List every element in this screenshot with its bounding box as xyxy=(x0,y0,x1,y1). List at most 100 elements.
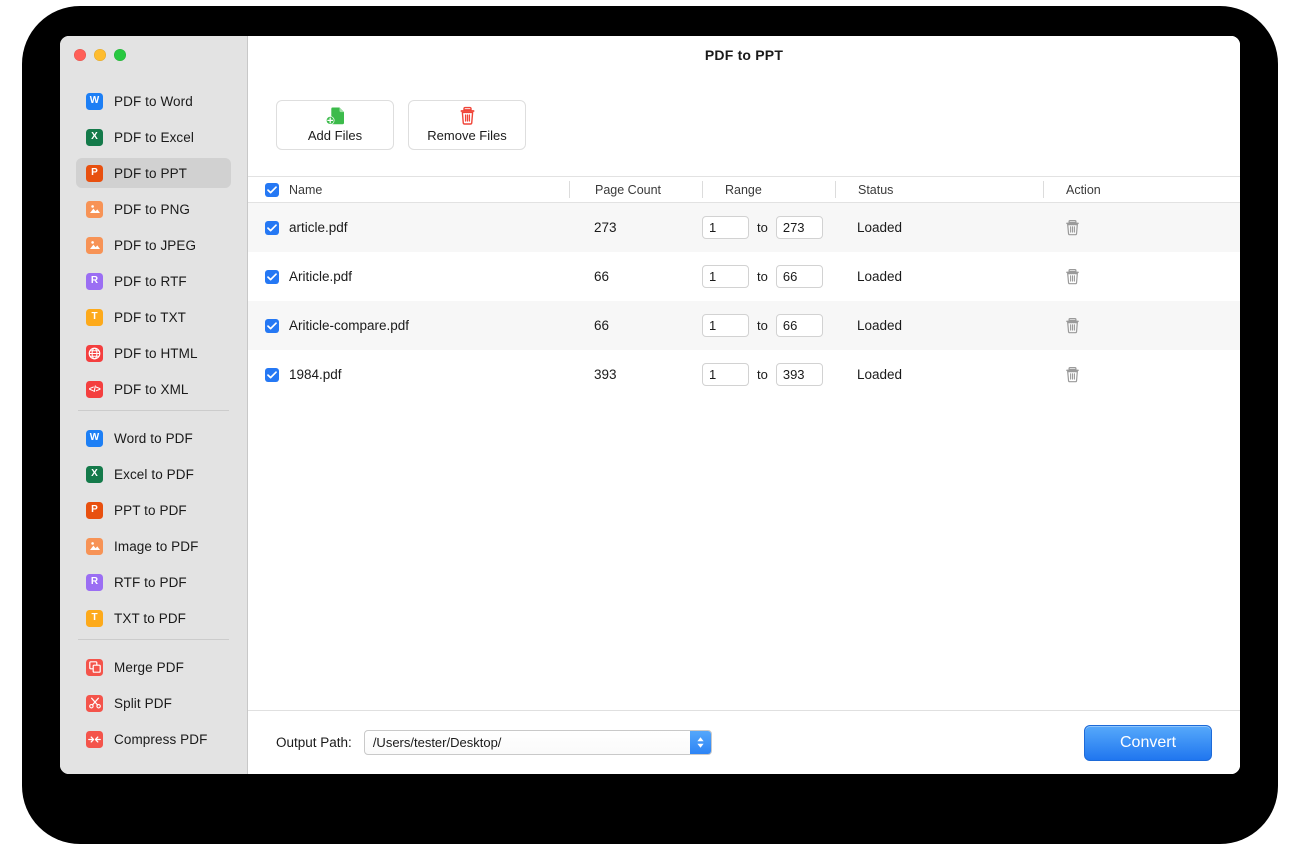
add-document-icon xyxy=(325,106,346,126)
range-cell: to xyxy=(702,216,835,239)
table-body: article.pdf 273 to Loaded Ariticle.pdf 66 to Lo… xyxy=(248,203,1240,710)
sidebar-item-pdf-to-ppt[interactable]: P PDF to PPT xyxy=(76,158,231,188)
row-checkbox[interactable] xyxy=(265,318,279,333)
file-table: Name Page Count Range Status Action arti… xyxy=(248,176,1240,710)
range-to-input[interactable] xyxy=(775,265,823,288)
jpeg-icon xyxy=(86,236,103,254)
column-header-range: Range xyxy=(702,181,835,198)
range-from-input[interactable] xyxy=(702,314,749,337)
compress-icon xyxy=(86,730,103,748)
output-path-combobox[interactable]: /Users/tester/Desktop/ xyxy=(363,730,712,755)
row-checkbox[interactable] xyxy=(265,269,279,284)
table-row[interactable]: Ariticle.pdf 66 to Loaded xyxy=(248,252,1240,301)
column-header-status: Status xyxy=(835,181,1043,198)
sidebar-item-txt-to-pdf[interactable]: T TXT to PDF xyxy=(76,603,231,633)
row-checkbox[interactable] xyxy=(265,367,279,382)
remove-files-button[interactable]: Remove Files xyxy=(408,99,526,150)
file-name: Ariticle.pdf xyxy=(289,269,353,284)
sidebar-item-pdf-to-xml[interactable]: </> PDF to XML xyxy=(76,374,231,404)
file-name: article.pdf xyxy=(289,220,348,235)
sidebar-item-ppt-to-pdf[interactable]: P PPT to PDF xyxy=(76,495,231,525)
sidebar-item-label: PDF to PNG xyxy=(114,201,191,217)
range-to-input[interactable] xyxy=(775,363,823,386)
range-to-input[interactable] xyxy=(775,314,823,337)
sidebar-item-label: PDF to TXT xyxy=(114,309,187,325)
page-count-value: 66 xyxy=(594,318,610,333)
range-from-input[interactable] xyxy=(702,216,749,239)
sidebar-item-label: PDF to XML xyxy=(114,381,189,397)
sidebar-item-pdf-to-excel[interactable]: X PDF to Excel xyxy=(76,122,231,152)
word-icon: W xyxy=(86,92,103,110)
file-name: 1984.pdf xyxy=(289,367,342,382)
row-checkbox[interactable] xyxy=(265,220,279,235)
remove-files-label: Remove Files xyxy=(427,128,507,143)
sidebar-item-word-to-pdf[interactable]: W Word to PDF xyxy=(76,423,231,453)
select-all-checkbox[interactable] xyxy=(265,182,279,197)
row-delete-trash-icon[interactable] xyxy=(1065,317,1080,334)
range-to-input[interactable] xyxy=(775,216,823,239)
status-value: Loaded xyxy=(857,367,903,382)
sidebar-item-merge-pdf[interactable]: Merge PDF xyxy=(76,652,231,682)
minimize-button[interactable] xyxy=(94,48,106,61)
updown-chevrons-icon[interactable] xyxy=(689,731,711,754)
range-separator-label: to xyxy=(757,318,768,333)
add-files-button[interactable]: Add Files xyxy=(276,99,394,150)
sidebar-item-pdf-to-word[interactable]: W PDF to Word xyxy=(76,86,231,116)
sidebar-item-pdf-to-png[interactable]: PDF to PNG xyxy=(76,194,231,224)
add-files-label: Add Files xyxy=(307,128,363,143)
page-count-value: 393 xyxy=(594,367,617,382)
sidebar-item-pdf-to-html[interactable]: PDF to HTML xyxy=(76,338,231,368)
sidebar-nav: W PDF to Word X PDF to Excel P PDF to PPT PDF … xyxy=(60,73,247,754)
sidebar-item-label: PDF to RTF xyxy=(114,273,187,289)
sidebar-item-label: PDF to PPT xyxy=(114,165,188,181)
sidebar-group: W PDF to Word X PDF to Excel P PDF to PPT PDF … xyxy=(60,86,247,404)
page-count-value: 66 xyxy=(594,269,610,284)
row-action-cell xyxy=(1043,219,1240,236)
output-path-value: /Users/tester/Desktop/ xyxy=(372,735,502,750)
range-from-input[interactable] xyxy=(702,265,749,288)
column-header-page-count: Page Count xyxy=(569,181,702,198)
ppt-icon: P xyxy=(86,164,103,182)
header-name-cell: Name xyxy=(248,182,569,197)
row-delete-trash-icon[interactable] xyxy=(1065,268,1080,285)
sidebar-item-split-pdf[interactable]: Split PDF xyxy=(76,688,231,718)
sidebar-item-label: PDF to Excel xyxy=(114,129,194,145)
rtf-icon: R xyxy=(86,272,103,290)
sidebar-item-excel-to-pdf[interactable]: X Excel to PDF xyxy=(76,459,231,489)
png-icon xyxy=(86,200,103,218)
zoom-button[interactable] xyxy=(114,48,126,61)
table-row[interactable]: 1984.pdf 393 to Loaded xyxy=(248,350,1240,399)
merge-icon xyxy=(86,658,103,676)
sidebar-item-rtf-to-pdf[interactable]: R RTF to PDF xyxy=(76,567,231,597)
row-name-cell: 1984.pdf xyxy=(248,367,569,382)
sidebar-group-divider xyxy=(78,410,229,411)
sidebar-item-label: Word to PDF xyxy=(114,430,193,446)
output-path-label: Output Path: xyxy=(276,735,352,750)
table-row[interactable]: Ariticle-compare.pdf 66 to Loaded xyxy=(248,301,1240,350)
range-from-input[interactable] xyxy=(702,363,749,386)
sidebar-item-label: PDF to JPEG xyxy=(114,237,197,253)
convert-button[interactable]: Convert xyxy=(1084,724,1212,761)
sidebar-item-pdf-to-rtf[interactable]: R PDF to RTF xyxy=(76,266,231,296)
row-name-cell: Ariticle.pdf xyxy=(248,269,569,284)
sidebar-item-pdf-to-jpeg[interactable]: PDF to JPEG xyxy=(76,230,231,260)
sidebar-item-label: PDF to Word xyxy=(114,93,193,109)
image-icon xyxy=(86,537,103,555)
sidebar-group: Merge PDF Split PDF Compress PDF xyxy=(60,652,247,754)
table-row[interactable]: article.pdf 273 to Loaded xyxy=(248,203,1240,252)
status-value: Loaded xyxy=(857,220,903,235)
sidebar-item-pdf-to-txt[interactable]: T PDF to TXT xyxy=(76,302,231,332)
close-button[interactable] xyxy=(74,48,86,61)
range-separator-label: to xyxy=(757,269,768,284)
row-name-cell: article.pdf xyxy=(248,220,569,235)
word-icon: W xyxy=(86,429,103,447)
sidebar-item-compress-pdf[interactable]: Compress PDF xyxy=(76,724,231,754)
range-separator-label: to xyxy=(757,220,768,235)
row-delete-trash-icon[interactable] xyxy=(1065,366,1080,383)
sidebar-item-label: RTF to PDF xyxy=(114,574,187,590)
column-header-name: Name xyxy=(289,182,323,197)
row-delete-trash-icon[interactable] xyxy=(1065,219,1080,236)
sidebar-item-image-to-pdf[interactable]: Image to PDF xyxy=(76,531,231,561)
screenshot-root: W PDF to Word X PDF to Excel P PDF to PPT PDF … xyxy=(0,0,1300,850)
table-header-row: Name Page Count Range Status Action xyxy=(248,176,1240,203)
